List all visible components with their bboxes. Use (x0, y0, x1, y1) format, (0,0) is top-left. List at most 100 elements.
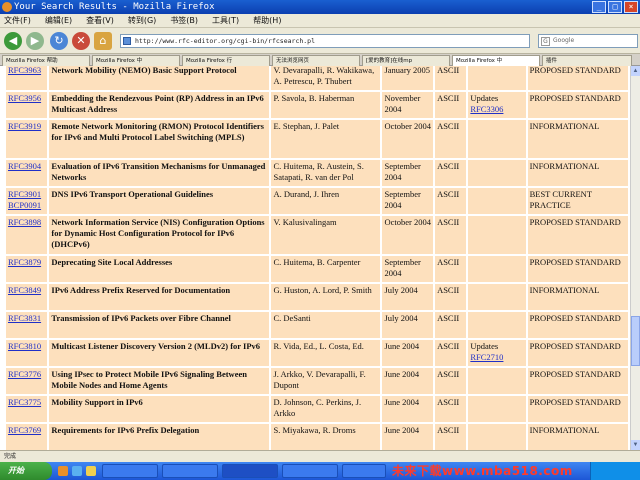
taskbar-item[interactable] (102, 464, 158, 478)
scroll-thumb[interactable] (631, 316, 640, 366)
scroll-up-icon[interactable]: ▲ (631, 66, 640, 76)
rfc-number-link[interactable]: RFC3769 (8, 425, 45, 436)
menu-view[interactable]: 查看(V) (86, 14, 114, 27)
taskbar-item-active[interactable] (222, 464, 278, 478)
table-row: RFC3901 BCP0091 DNS IPv6 Transport Operat… (6, 188, 628, 214)
stop-icon[interactable]: ✕ (72, 32, 90, 50)
rfc-date: September 2004 (382, 256, 434, 282)
rfc-number-link[interactable]: RFC3956 (8, 93, 45, 104)
menu-bookmarks[interactable]: 书签(B) (170, 14, 198, 27)
tab-label: Mozilla Firefox 中 (456, 58, 503, 64)
url-bar[interactable]: http://www.rfc-editor.org/cgi-bin/rfcsea… (120, 34, 530, 48)
rfc-number-link[interactable]: RFC3775 (8, 397, 45, 408)
back-icon[interactable]: ◀ (4, 32, 22, 50)
firefox-quicklaunch-icon[interactable] (58, 466, 68, 476)
obs-label: Updates (470, 341, 499, 351)
menu-help[interactable]: 帮助(H) (253, 14, 281, 27)
taskbar-item[interactable] (342, 464, 386, 478)
close-button[interactable]: × (624, 1, 638, 13)
rfc-obsoletes (468, 396, 526, 422)
status-bar: 完成 (0, 450, 640, 462)
tab-3[interactable]: 无法浏览网页 (272, 55, 360, 66)
menu-edit[interactable]: 编辑(E) (45, 14, 72, 27)
rfc-format: ASCII (435, 256, 467, 282)
search-box[interactable]: G Google (538, 34, 638, 48)
folder-quicklaunch-icon[interactable] (86, 466, 96, 476)
rfc-obsoletes (468, 312, 526, 338)
rfc-format: ASCII (435, 396, 467, 422)
obs-label: Updates (470, 93, 499, 103)
tab-5-active[interactable]: Mozilla Firefox 中 (452, 55, 540, 66)
taskbar-item[interactable] (282, 464, 338, 478)
rfc-date: June 2004 (382, 424, 434, 450)
rfc-number-link[interactable]: RFC3831 (8, 313, 45, 324)
menu-go[interactable]: 转到(G) (128, 14, 156, 27)
window-title: Your Search Results - Mozilla Firefox (14, 2, 215, 12)
rfc-number-link[interactable]: RFC3898 (8, 217, 45, 228)
rfc-number-link[interactable]: RFC3901 (8, 189, 45, 200)
rfc-number-link[interactable]: RFC3963 (8, 66, 45, 76)
rfc-format: ASCII (435, 340, 467, 366)
rfc-date: July 2004 (382, 312, 434, 338)
window-titlebar[interactable]: Your Search Results - Mozilla Firefox _ … (0, 0, 640, 14)
vertical-scrollbar[interactable]: ▲ ▼ (630, 66, 640, 450)
rfc-authors: V. Devarapalli, R. Wakikawa, A. Petrescu… (271, 66, 381, 90)
minimize-button[interactable]: _ (592, 1, 606, 13)
ie-quicklaunch-icon[interactable] (72, 466, 82, 476)
rfc-status: PROPOSED STANDARD (527, 368, 628, 394)
tab-0[interactable]: Mozilla Firefox 帮助 (2, 55, 90, 66)
rfc-obsoletes (468, 424, 526, 450)
rfc-number-link[interactable]: RFC3849 (8, 285, 45, 296)
rfc-title: DNS IPv6 Transport Operational Guideline… (49, 188, 270, 214)
rfc-authors: V. Kalusivalingam (271, 216, 381, 254)
menu-tools[interactable]: 工具(T) (212, 14, 239, 27)
table-row: RFC3904 Evaluation of IPv6 Transition Me… (6, 160, 628, 186)
tab-6[interactable]: 插件 (542, 55, 632, 66)
tab-4[interactable]: [爱的教育]在线mp (362, 55, 450, 66)
rfc-obsoletes (468, 368, 526, 394)
search-engine-icon[interactable]: G (541, 37, 550, 46)
rfc-obsoletes: Updates RFC3306 (468, 92, 526, 118)
rfc-number-link[interactable]: RFC3879 (8, 257, 45, 268)
rfc-status: PROPOSED STANDARD (527, 312, 628, 338)
windows-taskbar: 开始 未来下载www.mba518.com (0, 462, 640, 480)
rfc-format: ASCII (435, 424, 467, 450)
taskbar-item[interactable] (162, 464, 218, 478)
rfc-authors: J. Arkko, V. Devarapalli, F. Dupont (271, 368, 381, 394)
rfc-date: June 2004 (382, 340, 434, 366)
rfc-date: June 2004 (382, 368, 434, 394)
rfc-title: Embedding the Rendezvous Point (RP) Addr… (49, 92, 270, 118)
rfc-number-link[interactable]: RFC3776 (8, 369, 45, 380)
table-row: RFC3810 Multicast Listener Discovery Ver… (6, 340, 628, 366)
scroll-down-icon[interactable]: ▼ (631, 440, 640, 450)
tab-label: [爱的教育]在线mp (366, 58, 413, 64)
tab-1[interactable]: Mozilla Firefox 中 (92, 55, 180, 66)
menu-file[interactable]: 文件(F) (4, 14, 31, 27)
rfc-number-link[interactable]: RFC3904 (8, 161, 45, 172)
table-row: RFC3769 Requirements for IPv6 Prefix Del… (6, 424, 628, 450)
home-icon[interactable]: ⌂ (94, 32, 112, 50)
table-row: RFC3898 Network Information Service (NIS… (6, 216, 628, 254)
forward-icon[interactable]: ▶ (26, 32, 44, 50)
tab-label: 无法浏览网页 (276, 58, 310, 64)
tab-2[interactable]: Mozilla Firefox 行 (182, 55, 270, 66)
rfc-number-link[interactable]: RFC3919 (8, 121, 45, 132)
rfc-title: Multicast Listener Discovery Version 2 (… (49, 340, 270, 366)
obs-rfc-link[interactable]: RFC2710 (470, 352, 503, 362)
page-content: RFC3963 Network Mobility (NEMO) Basic Su… (0, 66, 630, 450)
rfc-format: ASCII (435, 66, 467, 90)
rfc-authors: P. Savola, B. Haberman (271, 92, 381, 118)
table-row: RFC3956 Embedding the Rendezvous Point (… (6, 92, 628, 118)
system-tray (590, 462, 640, 480)
tab-label: Mozilla Firefox 行 (186, 58, 233, 64)
rfc-status: INFORMATIONAL (527, 424, 628, 450)
rfc-obsoletes (468, 284, 526, 310)
start-button[interactable]: 开始 (0, 462, 52, 480)
bcp-number-link[interactable]: BCP0091 (8, 200, 45, 211)
maximize-button[interactable]: □ (608, 1, 622, 13)
reload-icon[interactable]: ↻ (50, 32, 68, 50)
obs-rfc-link[interactable]: RFC3306 (470, 104, 503, 114)
rfc-authors: C. Huitema, B. Carpenter (271, 256, 381, 282)
rfc-number-link[interactable]: RFC3810 (8, 341, 45, 352)
rfc-obsoletes (468, 160, 526, 186)
